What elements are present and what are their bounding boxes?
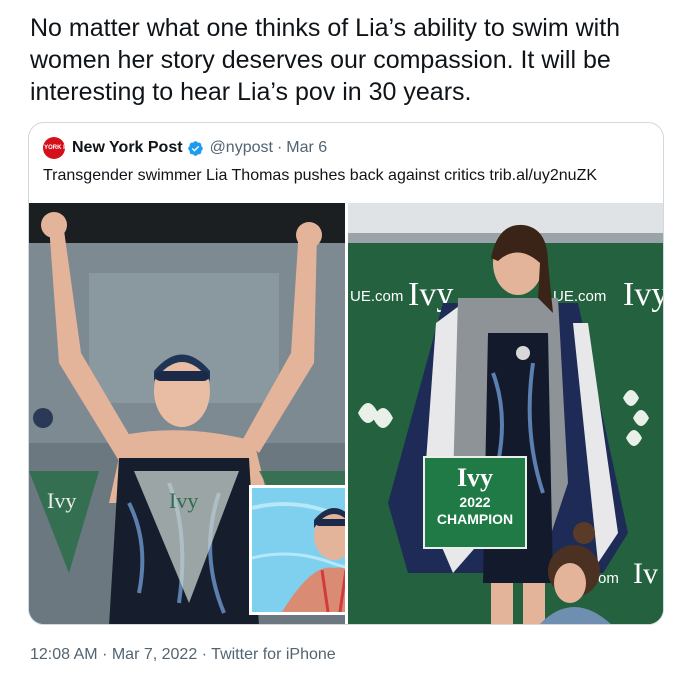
- left-banner-text: Ivy: [47, 488, 76, 513]
- separator-dot: ·: [276, 139, 283, 156]
- right-banner-text-2: UE.com: [553, 288, 606, 305]
- tweet-meta: 12:08 AM · Mar 7, 2022 · Twitter for iPh…: [30, 646, 336, 664]
- swimmer-in-pool-image: [252, 488, 345, 612]
- inset-photo-swimmer-in-pool[interactable]: [249, 485, 345, 615]
- left-banner-text-2: Ivy: [169, 488, 198, 513]
- author-handle[interactable]: @nypost: [210, 139, 273, 157]
- sign-label: CHAMPION: [436, 511, 514, 527]
- right-banner-logo-2: Ivy: [623, 276, 664, 313]
- quoted-tweet-media[interactable]: Ivy Ivy UE.com Ivy UE.com Ivy om Iv Ivy …: [29, 203, 664, 624]
- verified-badge-icon: [187, 140, 203, 156]
- tweet-source[interactable]: Twitter for iPhone: [211, 646, 336, 663]
- quoted-tweet-card[interactable]: NEW YORK POST New York Post @nypost · Ma…: [28, 122, 664, 625]
- avatar[interactable]: NEW YORK POST: [29, 137, 79, 159]
- meta-separator-2: ·: [201, 646, 208, 663]
- sign-year: 2022: [459, 494, 491, 510]
- right-banner-text-1: UE.com: [350, 288, 403, 305]
- meta-separator: ·: [102, 646, 108, 663]
- tweet-date[interactable]: Mar 7, 2022: [112, 646, 197, 663]
- photo-champion-podium[interactable]: UE.com Ivy UE.com Ivy om Iv Ivy 2022 CHA…: [348, 203, 664, 624]
- photo-swimmer-arms-raised[interactable]: Ivy Ivy: [29, 203, 345, 624]
- quoted-tweet-date[interactable]: Mar 6: [286, 139, 327, 157]
- champion-sign: Ivy 2022 CHAMPION: [423, 456, 527, 549]
- quoted-tweet-text: Transgender swimmer Lia Thomas pushes ba…: [43, 167, 598, 184]
- author-name[interactable]: New York Post: [72, 139, 183, 157]
- tweet-text: No matter what one thinks of Lia’s abili…: [30, 14, 621, 106]
- quoted-tweet-header: NEW YORK POST New York Post @nypost · Ma…: [29, 135, 327, 161]
- right-bottom-logo: Iv: [633, 557, 658, 590]
- sign-logo: Ivy: [456, 463, 494, 492]
- champion-podium-image: UE.com Ivy UE.com Ivy om Iv: [348, 203, 664, 624]
- tweet-time[interactable]: 12:08 AM: [30, 646, 98, 663]
